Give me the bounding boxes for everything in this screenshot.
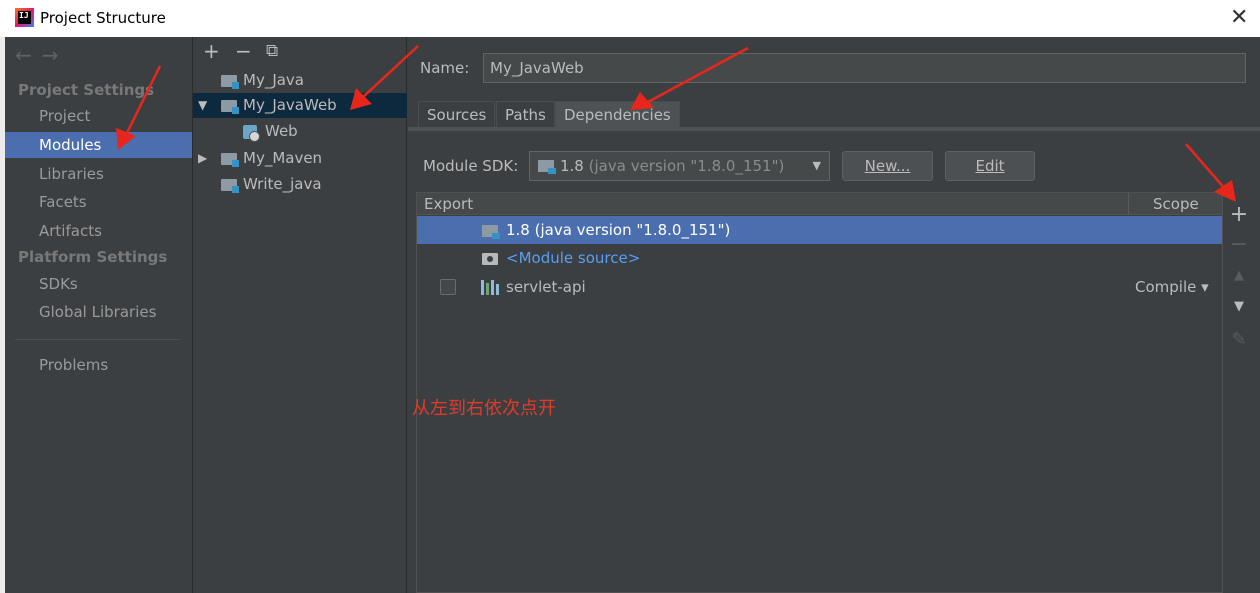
back-arrow-icon[interactable]: ←: [15, 43, 42, 67]
expand-arrow-icon[interactable]: ▼: [198, 93, 207, 118]
sidebar-item-problems[interactable]: Problems: [5, 352, 192, 378]
settings-sidebar: ←→ Project Settings Project Modules Libr…: [5, 37, 193, 593]
tree-item-label: My_JavaWeb: [243, 96, 337, 114]
edit-sdk-button[interactable]: Edit: [945, 151, 1035, 181]
new-button-label: New...: [864, 157, 911, 175]
sidebar-item-artifacts[interactable]: Artifacts: [5, 218, 192, 244]
module-sdk-label: Module SDK:: [423, 157, 519, 175]
column-divider: [1128, 193, 1129, 215]
add-dependency-icon[interactable]: +: [1224, 202, 1254, 227]
title-bar: IJ Project Structure ✕: [0, 0, 1260, 37]
nav-arrows: ←→: [15, 43, 69, 67]
platform-settings-title: Platform Settings: [18, 248, 168, 266]
dependency-name: 1.8 (java version "1.8.0_151"): [506, 221, 731, 239]
add-icon[interactable]: +: [203, 39, 220, 63]
intellij-logo-icon: IJ: [15, 8, 34, 27]
move-down-icon[interactable]: ▼: [1224, 299, 1254, 314]
forward-arrow-icon[interactable]: →: [42, 43, 69, 67]
remove-icon[interactable]: −: [235, 39, 252, 63]
collapse-arrow-icon[interactable]: ▶: [198, 146, 207, 171]
sidebar-divider: [15, 339, 180, 340]
tree-item-label: Write_java: [243, 175, 322, 193]
module-settings-panel: Name: Sources Paths Dependencies Module …: [408, 37, 1260, 593]
edit-button-label: Edit: [975, 157, 1005, 175]
table-header: Export Scope: [417, 193, 1222, 215]
sidebar-item-global-libraries[interactable]: Global Libraries: [5, 299, 192, 325]
new-sdk-button[interactable]: New...: [842, 151, 933, 181]
jdk-folder-icon: [482, 225, 500, 239]
close-icon[interactable]: ✕: [1230, 6, 1248, 30]
sidebar-item-facets[interactable]: Facets: [5, 189, 192, 215]
library-icon: [481, 280, 499, 295]
scope-dropdown[interactable]: Compile ▾: [1135, 273, 1209, 301]
project-settings-title: Project Settings: [18, 81, 155, 99]
tab-underline: [408, 127, 1260, 131]
tree-item-label: My_Java: [243, 71, 305, 89]
move-up-icon[interactable]: ▲: [1224, 268, 1254, 283]
tab-paths[interactable]: Paths: [496, 101, 555, 128]
tree-item-my-maven[interactable]: ▶ My_Maven: [193, 146, 407, 171]
column-scope[interactable]: Scope: [1153, 193, 1199, 215]
dependency-name: <Module source>: [506, 249, 641, 267]
tree-toolbar: + − ⧉: [193, 37, 407, 65]
module-folder-icon: [221, 100, 239, 114]
dependency-name: servlet-api: [506, 278, 586, 296]
sidebar-item-sdks[interactable]: SDKs: [5, 271, 192, 297]
dependency-tools: + − ▲ ▼ ✎: [1224, 192, 1254, 593]
export-checkbox[interactable]: [440, 279, 456, 295]
module-folder-icon: [221, 153, 239, 167]
sidebar-item-project[interactable]: Project: [5, 103, 192, 129]
tab-sources[interactable]: Sources: [418, 101, 496, 128]
tree-item-label: My_Maven: [243, 149, 323, 167]
name-label: Name:: [420, 59, 470, 77]
table-row-servlet-api[interactable]: servlet-api Compile ▾: [417, 273, 1222, 301]
chevron-down-icon: ▼: [812, 159, 821, 172]
sidebar-item-libraries[interactable]: Libraries: [5, 161, 192, 187]
sdk-version-detail: (java version "1.8.0_151"): [588, 157, 785, 175]
module-sdk-dropdown[interactable]: 1.8 (java version "1.8.0_151") ▼: [529, 151, 830, 181]
copy-icon[interactable]: ⧉: [266, 39, 278, 63]
module-name-input[interactable]: [483, 53, 1246, 83]
jdk-folder-icon: [538, 160, 556, 174]
edit-dependency-icon[interactable]: ✎: [1224, 329, 1254, 350]
table-row-module-source[interactable]: <Module source>: [417, 244, 1222, 272]
module-folder-icon: [221, 75, 239, 89]
sdk-version: 1.8: [560, 157, 584, 175]
module-source-icon: [482, 253, 498, 265]
tab-dependencies[interactable]: Dependencies: [555, 101, 680, 128]
sidebar-item-modules[interactable]: Modules: [5, 132, 192, 158]
module-folder-icon: [221, 179, 239, 193]
module-tree: + − ⧉ My_Java ▼ My_JavaWeb Web ▶ My_Mave…: [193, 37, 407, 593]
annotation-note: 从左到右依次点开: [412, 398, 556, 419]
tree-item-my-java[interactable]: My_Java: [193, 68, 407, 93]
web-facet-icon: [243, 125, 260, 142]
remove-dependency-icon[interactable]: −: [1224, 232, 1254, 257]
column-export[interactable]: Export: [424, 193, 473, 215]
dependencies-table: Export Scope 1.8 (java version "1.8.0_15…: [416, 192, 1223, 593]
tree-item-write-java[interactable]: Write_java: [193, 172, 407, 197]
table-row-jdk[interactable]: 1.8 (java version "1.8.0_151"): [417, 216, 1222, 244]
tree-item-web[interactable]: Web: [193, 119, 407, 144]
tree-item-label: Web: [265, 122, 298, 140]
window-title: Project Structure: [40, 9, 166, 27]
tree-item-my-javaweb[interactable]: ▼ My_JavaWeb: [193, 93, 407, 118]
project-structure-window: IJ Project Structure ✕ ←→ Project Settin…: [0, 0, 1260, 593]
